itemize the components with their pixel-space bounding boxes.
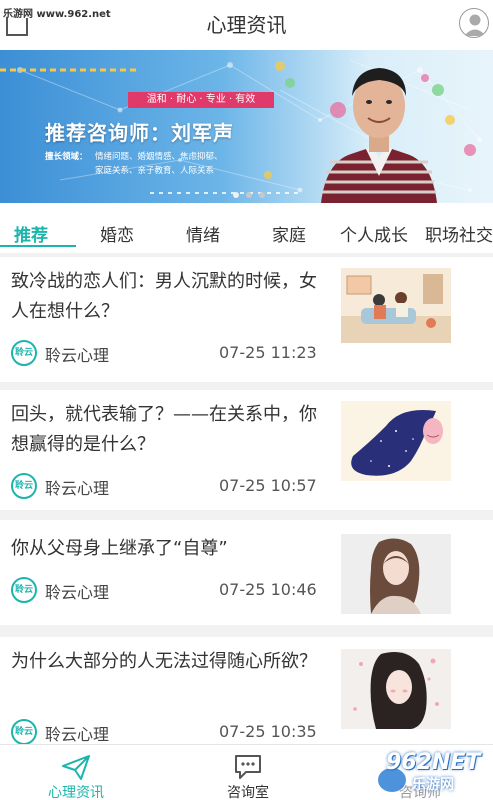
nav-label: 咨询室	[227, 785, 269, 800]
chat-bubble-icon	[235, 755, 261, 779]
source-logo-icon: 聆云	[11, 340, 37, 366]
page-title: 心理资讯	[206, 13, 287, 37]
article-time: 07-25 10:46	[219, 580, 317, 599]
banner-headline: 推荐咨询师：刘军声	[45, 121, 234, 145]
watermark-number: 962NET	[386, 750, 481, 775]
app-header: 乐游网 www.962.net 心理资讯	[0, 0, 493, 50]
source-name: 聆云心理	[45, 346, 110, 365]
article-thumbnail[interactable]	[341, 649, 451, 729]
article-card[interactable]: 你从父母身上继承了“自尊” 聆云 聆云心理 07-25 10:46	[0, 520, 493, 625]
banner-specialty-label: 擅长领域：	[45, 152, 88, 162]
nav-consult-room[interactable]: 咨询室	[178, 745, 318, 800]
article-time: 07-25 10:35	[219, 722, 317, 741]
source-name: 聆云心理	[45, 583, 110, 602]
site-watermark-logo: 962NET 乐游网	[378, 748, 490, 796]
pagination-dot[interactable]	[246, 192, 252, 198]
article-title[interactable]: 回头，就代表输了？——在关系中，你想赢得的是什么？	[11, 400, 331, 460]
user-avatar-icon[interactable]	[459, 8, 489, 38]
article-thumbnail[interactable]	[341, 534, 451, 614]
tab-emotion[interactable]: 情绪	[186, 221, 220, 246]
article-card[interactable]: 为什么大部分的人无法过得随心所欲？ 聆云 聆云心理 07-25 10:35	[0, 637, 493, 745]
app-screen: 乐游网 www.962.net 心理资讯 温和 · 耐心 · 专业 · 有效 推…	[0, 0, 493, 800]
banner-pagination	[233, 183, 272, 202]
nav-label: 心理资讯	[48, 785, 104, 800]
source-logo-icon: 聆云	[11, 577, 37, 603]
specialty-line: 情绪问题、婚姻情感、焦虑抑郁、	[95, 152, 223, 162]
tab-family[interactable]: 家庭	[272, 221, 306, 246]
counselor-photo	[321, 68, 437, 203]
pagination-dot[interactable]	[233, 192, 239, 198]
active-tab-indicator	[0, 245, 76, 247]
banner-specialty-text: 情绪问题、婚姻情感、焦虑抑郁、 家庭关系、亲子教育、人际关系	[95, 150, 275, 178]
article-thumbnail[interactable]	[341, 401, 451, 481]
article-title[interactable]: 你从父母身上继承了“自尊”	[11, 534, 331, 564]
banner-tagline: 温和 · 耐心 · 专业 · 有效	[128, 92, 274, 108]
source-logo-icon: 聆云	[11, 473, 37, 499]
source-name: 聆云心理	[45, 725, 110, 744]
pagination-dot[interactable]	[259, 192, 265, 198]
nav-psych-news[interactable]: 心理资讯	[6, 745, 146, 800]
tab-personal-growth[interactable]: 个人成长	[340, 221, 408, 246]
article-card[interactable]: 致冷战的恋人们：男人沉默的时候，女人在想什么？ 聆云 聆云心理 07-25 11…	[0, 257, 493, 382]
paper-plane-icon	[62, 755, 90, 780]
source-name: 聆云心理	[45, 479, 110, 498]
article-thumbnail[interactable]	[341, 268, 451, 343]
specialty-line: 家庭关系、亲子教育、人际关系	[95, 166, 215, 176]
tab-romance[interactable]: 婚恋	[100, 221, 134, 246]
tab-recommend[interactable]: 推荐	[14, 221, 48, 246]
article-title[interactable]: 为什么大部分的人无法过得随心所欲？	[11, 647, 331, 677]
article-time: 07-25 11:23	[219, 343, 317, 362]
tab-workplace-social[interactable]: 职场社交	[425, 221, 493, 246]
source-logo-icon: 聆云	[11, 719, 37, 745]
article-card[interactable]: 回头，就代表输了？——在关系中，你想赢得的是什么？ 聆云 聆云心理 07-25 …	[0, 390, 493, 510]
article-title[interactable]: 致冷战的恋人们：男人沉默的时候，女人在想什么？	[11, 267, 331, 327]
watermark-site: 乐游网	[412, 777, 454, 793]
category-tabs: 推荐 婚恋 情绪 家庭 个人成长 职场社交	[0, 203, 493, 253]
article-time: 07-25 10:57	[219, 476, 317, 495]
